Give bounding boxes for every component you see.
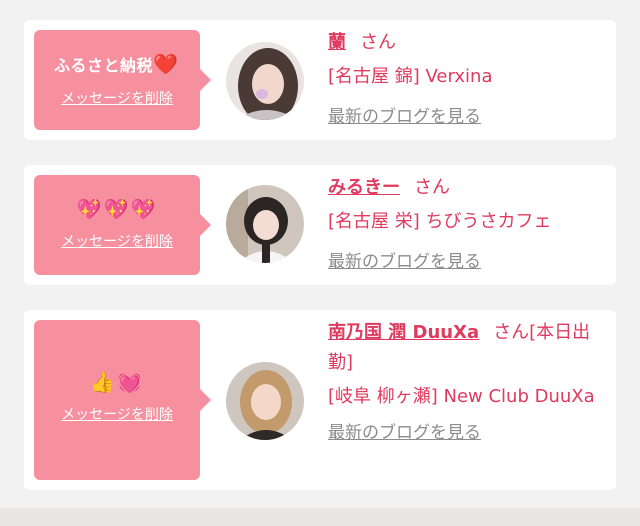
message-bubble: 👍💓 メッセージを削除: [34, 320, 211, 480]
thumbs-up-heart-emoji: 👍💓: [90, 370, 144, 394]
avatar-photo: [226, 42, 304, 120]
avatar[interactable]: [226, 42, 304, 120]
bubble-text: ふるさと納税: [54, 56, 154, 75]
name-line: 蘭さん: [328, 28, 604, 58]
heart-emoji: ❤️: [153, 52, 180, 76]
blog-link[interactable]: 最新のブログを見る: [328, 247, 481, 277]
message-card: ふるさと納税❤️ メッセージを削除 蘭さん [名古屋 錦] Verxina 最新…: [24, 20, 616, 140]
bubble-message: ふるさと納税❤️: [34, 52, 200, 76]
message-bubble: 💖💖💖 メッセージを削除: [34, 175, 211, 275]
cast-name-link[interactable]: みるきー: [328, 177, 400, 198]
cast-info: 南乃国 潤 DuuXa さん[本日出勤] [岐阜 柳ヶ瀬] New Club Du…: [328, 318, 604, 448]
name-line: みるきー さん: [328, 173, 604, 203]
shop-info: [名古屋 栄] ちびうさカフェ: [328, 211, 552, 232]
message-card: 💖💖💖 メッセージを削除 みるきー さん [名古屋 栄] ちびうさカフェ 最新のブ…: [24, 165, 616, 285]
cast-name-link[interactable]: 蘭: [328, 32, 346, 53]
cast-name-link[interactable]: 南乃国 潤 DuuXa: [328, 322, 479, 343]
blog-link[interactable]: 最新のブログを見る: [328, 102, 481, 132]
shop-info: [名古屋 錦] Verxina: [328, 66, 493, 87]
hearts-emoji: 💖💖💖: [76, 197, 158, 221]
name-line: 南乃国 潤 DuuXa さん[本日出勤]: [328, 318, 604, 378]
avatar-photo: [226, 362, 304, 440]
delete-message-link[interactable]: メッセージを削除: [34, 88, 200, 108]
avatar[interactable]: [226, 362, 304, 440]
delete-message-link[interactable]: メッセージを削除: [34, 404, 200, 424]
message-list: ふるさと納税❤️ メッセージを削除 蘭さん [名古屋 錦] Verxina 最新…: [0, 0, 640, 526]
blog-link[interactable]: 最新のブログを見る: [328, 418, 481, 448]
message-bubble: ふるさと納税❤️ メッセージを削除: [34, 30, 211, 130]
shop-info: [岐阜 柳ヶ瀬] New Club DuuXa: [328, 386, 595, 407]
honorific: さん: [360, 32, 396, 53]
delete-message-link[interactable]: メッセージを削除: [34, 231, 200, 251]
message-card: 👍💓 メッセージを削除 南乃国 潤 DuuXa さん[本日出勤] [岐阜 柳ヶ瀬]…: [24, 310, 616, 490]
cast-info: 蘭さん [名古屋 錦] Verxina 最新のブログを見る: [328, 28, 604, 132]
cast-info: みるきー さん [名古屋 栄] ちびうさカフェ 最新のブログを見る: [328, 173, 604, 277]
avatar-photo: [226, 185, 304, 263]
honorific: さん: [414, 177, 450, 198]
next-card-edge: [0, 508, 640, 526]
avatar[interactable]: [226, 185, 304, 263]
